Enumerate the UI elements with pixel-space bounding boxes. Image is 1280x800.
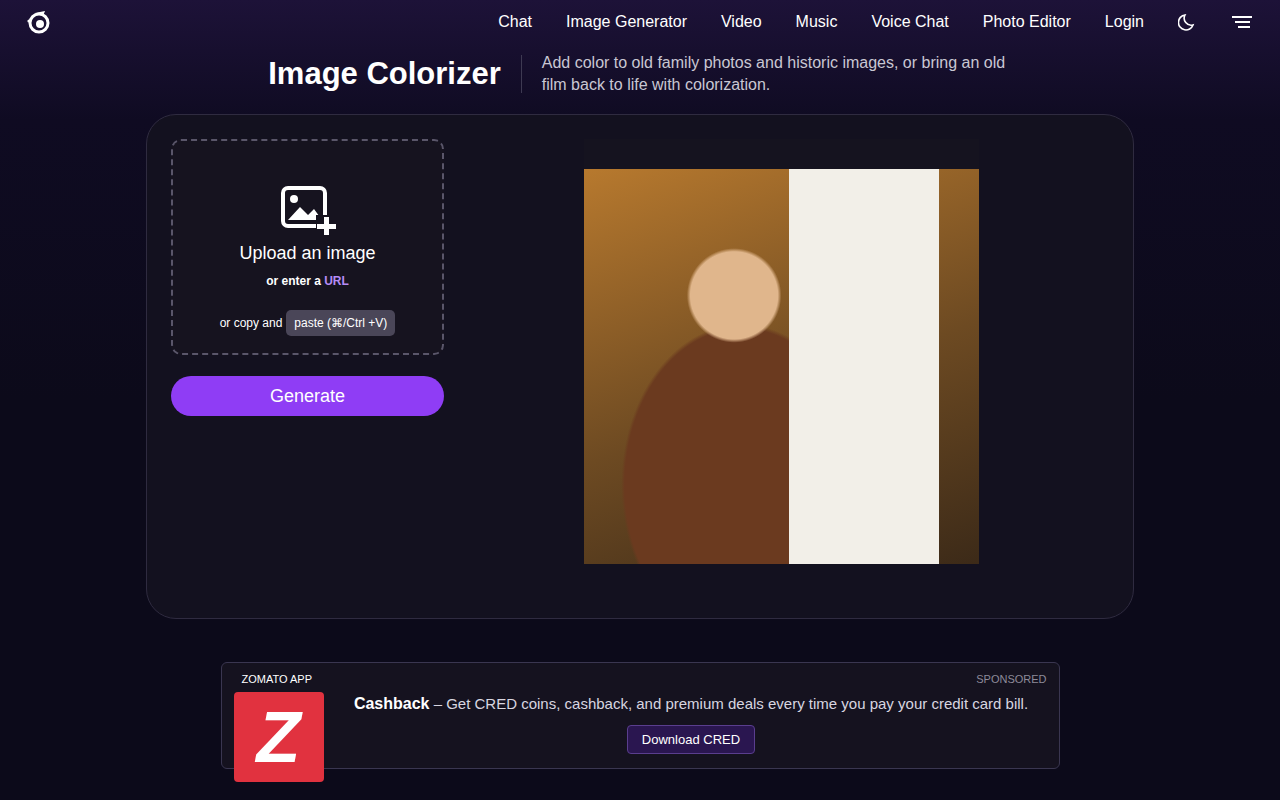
upload-dropzone[interactable]: Upload an image or enter a URL or copy a… <box>171 139 444 355</box>
url-link[interactable]: URL <box>324 274 349 288</box>
upload-title: Upload an image <box>239 243 375 264</box>
nav-link[interactable]: Video <box>721 13 762 31</box>
page-description: Add color to old family photos and histo… <box>542 52 1012 96</box>
nav-link[interactable]: Image Generator <box>566 13 687 31</box>
nav-link[interactable]: Login <box>1105 13 1144 31</box>
moon-icon[interactable] <box>1178 12 1198 32</box>
page-header: Image Colorizer Add color to old family … <box>0 52 1280 96</box>
nav-link[interactable]: Music <box>796 13 838 31</box>
ad-logo[interactable]: Z <box>234 692 324 782</box>
top-nav: Chat Image Generator Video Music Voice Chat P… <box>0 0 1280 44</box>
paste-hint: or copy and paste (⌘/Ctrl +V) <box>220 310 396 336</box>
preview-area <box>468 139 1109 594</box>
header-divider <box>521 55 522 93</box>
nav-link[interactable]: Voice Chat <box>871 13 948 31</box>
ad-title: Cashback <box>354 695 430 712</box>
ad-brand: ZOMATO APP <box>242 673 313 685</box>
url-hint: or enter a URL <box>266 274 349 288</box>
paste-key: paste (⌘/Ctrl +V) <box>286 310 395 336</box>
page: Chat Image Generator Video Music Voice Chat P… <box>0 0 1280 800</box>
generate-button[interactable]: Generate <box>171 376 444 416</box>
controls: Upload an image or enter a URL or copy a… <box>171 139 444 594</box>
sponsored-ad: ZOMATO APP SPONSORED Z Cashback – Get CR… <box>221 662 1060 769</box>
nav-link[interactable]: Chat <box>498 13 532 31</box>
example-photo <box>584 169 979 564</box>
page-title: Image Colorizer <box>268 56 501 92</box>
ad-text: Cashback – Get CRED coins, cashback, and… <box>354 695 1028 713</box>
image-upload-icon <box>280 185 336 237</box>
menu-icon[interactable] <box>1232 14 1252 30</box>
ad-button[interactable]: Download CRED <box>627 725 755 754</box>
colorizer-card: Upload an image or enter a URL or copy a… <box>146 114 1134 619</box>
nav-link[interactable]: Photo Editor <box>983 13 1071 31</box>
logo-icon[interactable] <box>25 9 51 35</box>
ad-label: SPONSORED <box>976 673 1046 685</box>
